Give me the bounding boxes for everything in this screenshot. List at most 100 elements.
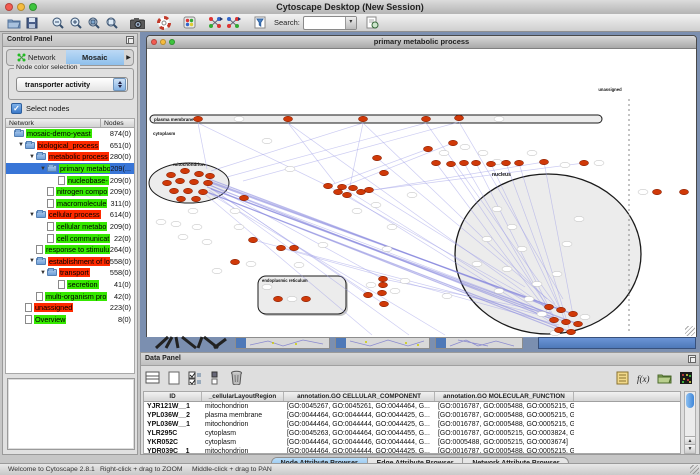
tree-item[interactable]: ▼metabolic process280(0) — [6, 151, 134, 163]
attribute-table[interactable]: ID _cellularLayoutRegion annotation.GO C… — [143, 391, 681, 454]
tree-item[interactable]: response to stimulu264(0) — [6, 244, 134, 256]
network-node[interactable] — [487, 161, 496, 166]
network-node[interactable] — [204, 180, 213, 185]
network-node[interactable] — [334, 189, 343, 194]
network-node[interactable] — [274, 296, 283, 301]
network-node[interactable] — [184, 188, 193, 193]
network-node[interactable] — [338, 184, 347, 189]
network-node[interactable] — [163, 180, 172, 185]
tree-item[interactable]: ▼primary metabo209(... — [6, 163, 134, 175]
network-node[interactable] — [555, 327, 564, 332]
expand-arrow-icon[interactable]: ▼ — [39, 166, 47, 172]
tree-item[interactable]: ▼transport558(0) — [6, 267, 134, 279]
network-node[interactable] — [167, 172, 176, 177]
tree-item[interactable]: nucleobase-209(0) — [6, 174, 134, 186]
network-node[interactable] — [557, 307, 566, 312]
network-node[interactable] — [359, 116, 368, 121]
network-node[interactable] — [653, 189, 662, 194]
zoom-selected-icon[interactable] — [86, 15, 101, 30]
network-node[interactable] — [380, 170, 389, 175]
network-node[interactable] — [562, 319, 571, 324]
network-window-titlebar[interactable]: primary metabolic process — [147, 36, 696, 49]
close-window-icon[interactable] — [5, 3, 13, 11]
network-node[interactable] — [502, 160, 511, 165]
snapshot-camera-icon[interactable] — [130, 15, 145, 30]
tree-item[interactable]: ▼cellular process614(0) — [6, 209, 134, 221]
tree-item[interactable]: Overview8(0) — [6, 314, 134, 326]
select-nodes-option[interactable]: ✓ Select nodes — [11, 103, 69, 114]
table-row[interactable]: YKR052Ccytoplasm[GO:0044464, GO:0044446,… — [144, 438, 680, 447]
network-node[interactable] — [449, 140, 458, 145]
tree-item[interactable]: ▼establishment of lo558(0) — [6, 256, 134, 268]
minimize-network-icon[interactable] — [160, 39, 166, 45]
tree-header-network[interactable]: Network — [6, 119, 101, 127]
network-node[interactable] — [181, 168, 190, 173]
expand-arrow-icon[interactable]: ▼ — [28, 154, 36, 160]
network-node[interactable] — [379, 276, 388, 281]
new-attribute-icon[interactable] — [164, 368, 183, 387]
network-node[interactable] — [567, 329, 576, 334]
duplicate-network-icon[interactable] — [226, 15, 241, 30]
tree-item[interactable]: cellular metabo209(0) — [6, 221, 134, 233]
network-node[interactable] — [206, 173, 215, 178]
matrix-view-icon[interactable] — [676, 368, 695, 387]
minimized-window-titlebar[interactable] — [538, 337, 696, 349]
table-row[interactable]: YJR121W__1mitochondrion[GO:0045267, GO:0… — [144, 402, 680, 411]
tree-item[interactable]: multi-organism pro42(0) — [6, 290, 134, 302]
network-canvas[interactable]: plasma membrane cytoplasm mitochondrion … — [147, 49, 696, 337]
expand-arrow-icon[interactable]: ▼ — [28, 212, 36, 218]
column-header-cellular-component[interactable]: annotation.GO CELLULAR_COMPONENT — [284, 392, 435, 401]
network-node[interactable] — [380, 301, 389, 306]
delete-attribute-icon[interactable] — [227, 368, 246, 387]
tree-item[interactable]: secretion41(0) — [6, 279, 134, 291]
birds-eye-view[interactable] — [7, 378, 135, 450]
tree-header-nodes[interactable]: Nodes — [101, 119, 134, 127]
column-header-molecular-function[interactable]: annotation.GO MOLECULAR_FUNCTION — [435, 392, 574, 401]
attribute-batch-icon[interactable] — [613, 368, 632, 387]
network-node[interactable] — [177, 196, 186, 201]
expand-arrow-icon[interactable]: ▼ — [28, 258, 36, 264]
zoom-in-icon[interactable] — [68, 15, 83, 30]
network-node[interactable] — [190, 179, 199, 184]
network-node[interactable] — [290, 245, 299, 250]
zoom-fit-icon[interactable] — [104, 15, 119, 30]
tree-item[interactable]: ▼biological_process651(0) — [6, 140, 134, 152]
network-node[interactable] — [277, 245, 286, 250]
table-row[interactable]: YPL036W__1mitochondrion[GO:0044464, GO:0… — [144, 420, 680, 429]
network-node[interactable] — [447, 161, 456, 166]
network-node[interactable] — [680, 189, 689, 194]
tree-item[interactable]: macromolecule311(0) — [6, 198, 134, 210]
close-network-icon[interactable] — [151, 39, 157, 45]
tree-item[interactable]: nitrogen compo209(0) — [6, 186, 134, 198]
network-node[interactable] — [249, 237, 258, 242]
float-panel-icon[interactable] — [688, 355, 696, 363]
node-color-dropdown[interactable]: transporter activity — [16, 77, 128, 92]
more-tabs-arrow-icon[interactable]: ▶ — [124, 54, 133, 61]
unselect-all-attributes-icon[interactable] — [206, 368, 225, 387]
search-input[interactable]: ▾ — [303, 16, 357, 30]
expand-arrow-icon[interactable]: ▼ — [39, 270, 47, 276]
minimize-window-icon[interactable] — [17, 3, 25, 11]
tree-item[interactable]: mosaic-demo-yeast874(0) — [6, 128, 134, 140]
network-node[interactable] — [176, 178, 185, 183]
network-node[interactable] — [194, 116, 203, 121]
select-attributes-icon[interactable] — [143, 368, 162, 387]
search-config-icon[interactable] — [365, 15, 380, 30]
network-node[interactable] — [432, 160, 441, 165]
network-node[interactable] — [515, 160, 524, 165]
minimized-window-thumb[interactable] — [235, 337, 330, 349]
table-row[interactable]: YPL036W__2plasma membrane[GO:0044464, GO… — [144, 411, 680, 420]
network-node[interactable] — [424, 146, 433, 151]
expand-arrow-icon[interactable]: ▼ — [17, 142, 25, 148]
search-dropdown-icon[interactable]: ▾ — [345, 17, 356, 29]
network-node[interactable] — [195, 171, 204, 176]
network-node[interactable] — [170, 188, 179, 193]
zoom-window-icon[interactable] — [29, 3, 37, 11]
network-node[interactable] — [545, 304, 554, 309]
select-all-attributes-icon[interactable] — [185, 368, 204, 387]
tab-network[interactable]: Network — [7, 50, 66, 65]
minimized-window-thumb[interactable] — [435, 337, 523, 349]
vizmapper-icon[interactable] — [182, 15, 197, 30]
minimized-window-thumb[interactable] — [335, 337, 430, 349]
scrollbar-thumb[interactable] — [686, 393, 694, 408]
